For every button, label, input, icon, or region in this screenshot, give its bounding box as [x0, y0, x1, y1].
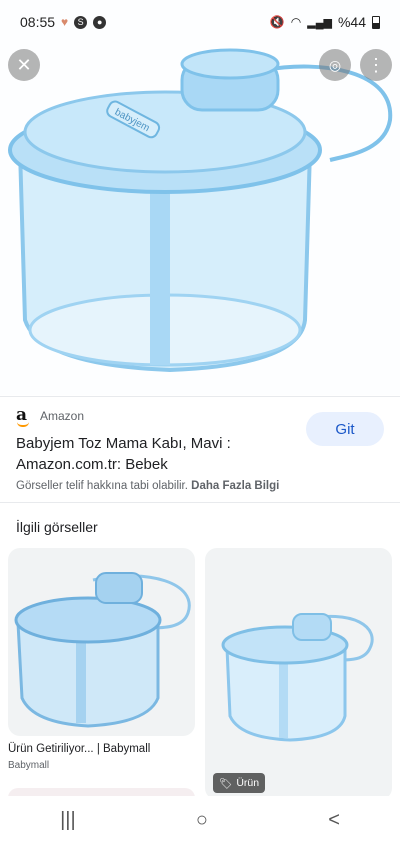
copyright-text: Görseller telif hakkına tabi olabilir. — [16, 480, 188, 492]
home-button[interactable]: ○ — [196, 809, 208, 832]
visit-button[interactable]: Git — [306, 412, 384, 446]
product-badge: 🏷 Ürün — [213, 773, 266, 793]
related-card[interactable] — [8, 548, 195, 736]
tag-icon: 🏷 — [219, 777, 233, 790]
main-image[interactable]: babyjem ✕ ◎ ⋮ — [0, 0, 400, 395]
more-info-link[interactable]: Daha Fazla Bilgi — [191, 480, 279, 492]
divider — [0, 396, 400, 397]
battery-icon — [372, 15, 380, 29]
recents-button[interactable]: ||| — [60, 809, 76, 832]
related-image — [221, 613, 374, 742]
divider — [0, 502, 400, 503]
amazon-logo-icon: a — [16, 407, 32, 427]
signal-icon: ▂▄▆ — [307, 16, 332, 29]
system-nav-bar: ||| ○ < — [0, 796, 400, 844]
product-badge-label: Ürün — [236, 777, 260, 789]
app-icon-s: S — [74, 15, 88, 29]
back-button[interactable]: < — [328, 809, 340, 832]
wifi-icon: ◠ — [290, 15, 302, 29]
status-bar: 08:55 ♥ S ● 🔇 ◠ ▂▄▆ %44 — [0, 0, 400, 44]
source-name: Amazon — [40, 409, 85, 423]
copyright-notice: Görseller telif hakkına tabi olabilir. D… — [16, 480, 279, 492]
related-card-source: Babymall — [8, 760, 50, 771]
mute-icon: 🔇 — [269, 15, 285, 29]
heart-icon: ♥ — [61, 15, 69, 29]
close-icon[interactable]: ✕ — [8, 49, 40, 81]
battery-level: %44 — [337, 14, 366, 30]
lens-icon[interactable]: ◎ — [319, 49, 351, 81]
related-card[interactable] — [205, 548, 392, 800]
related-heading: İlgili görseller — [16, 519, 98, 535]
related-card-title[interactable]: Ürün Getiriliyor... | Babymall — [8, 743, 150, 755]
more-vert-icon[interactable]: ⋮ — [360, 49, 392, 81]
related-image — [14, 572, 191, 728]
app-icon-chat: ● — [93, 15, 107, 29]
clock: 08:55 — [20, 14, 56, 30]
source-row[interactable]: a Amazon — [16, 407, 85, 427]
result-title[interactable]: Babyjem Toz Mama Kabı, Mavi : Amazon.com… — [16, 433, 286, 475]
